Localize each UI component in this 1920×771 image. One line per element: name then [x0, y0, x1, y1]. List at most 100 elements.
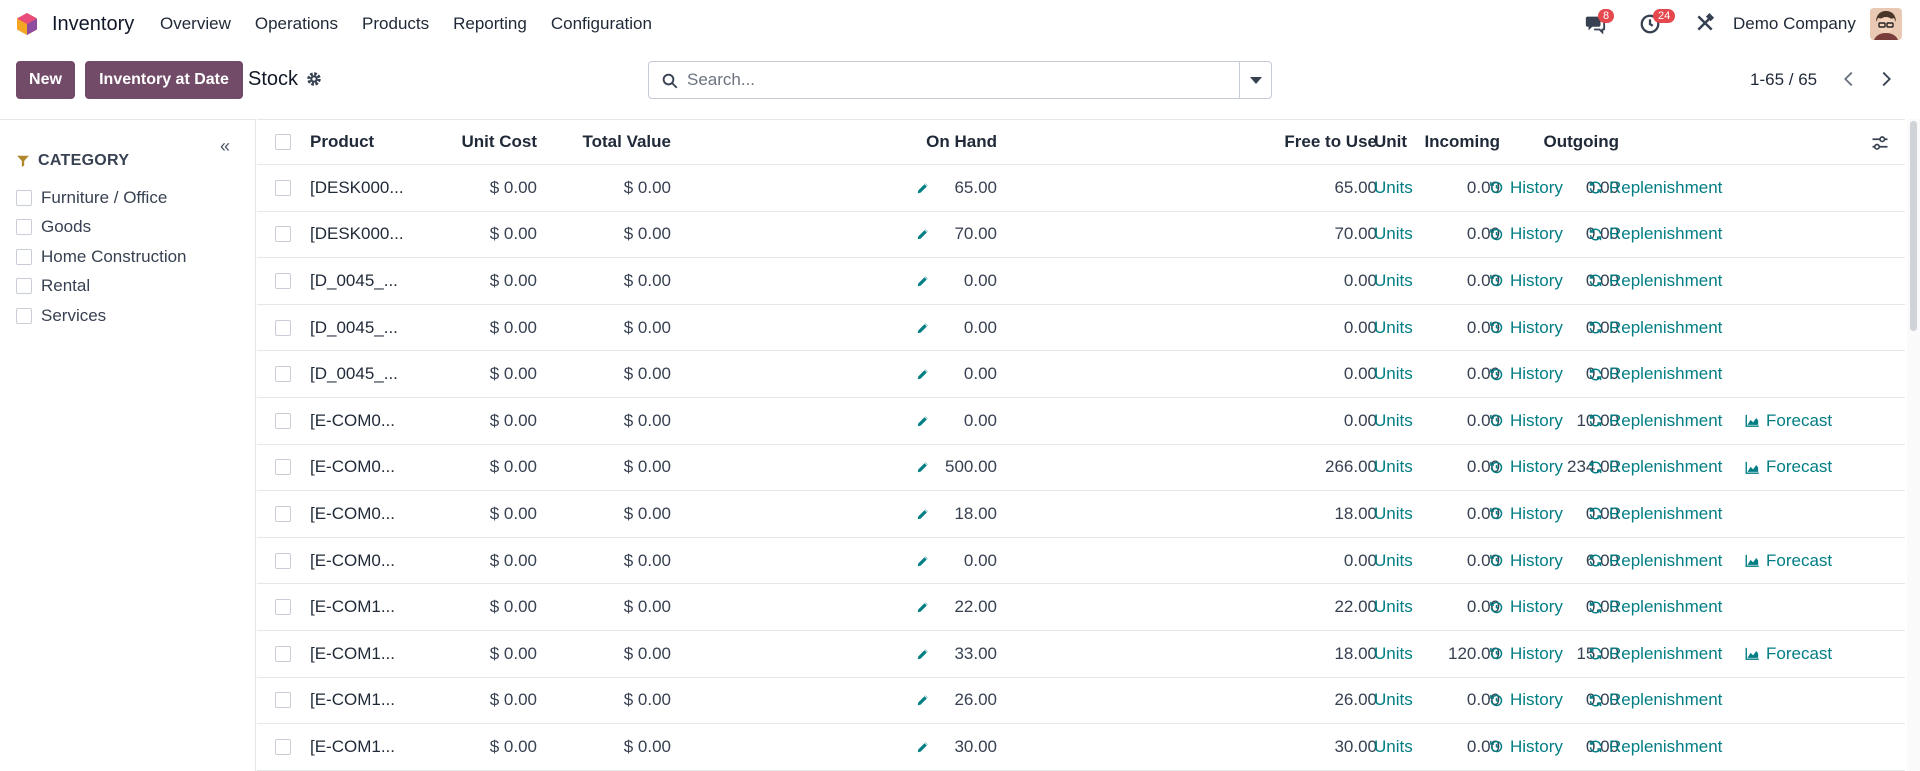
replenishment-button[interactable]: Replenishment	[1588, 724, 1722, 770]
gear-icon[interactable]	[305, 70, 323, 88]
history-button[interactable]: History	[1489, 584, 1563, 630]
pencil-icon[interactable]	[916, 460, 930, 474]
on-hand-cell[interactable]: 0.00	[737, 538, 997, 584]
category-item[interactable]: Furniture / Office	[16, 183, 187, 213]
replenishment-button[interactable]: Replenishment	[1588, 212, 1722, 258]
pencil-icon[interactable]	[916, 321, 930, 335]
product-cell[interactable]: [D_0045_...	[310, 351, 420, 397]
app-logo-icon[interactable]	[15, 12, 39, 36]
product-cell[interactable]: [D_0045_...	[310, 305, 420, 351]
history-button[interactable]: History	[1489, 212, 1563, 258]
replenishment-button[interactable]: Replenishment	[1588, 584, 1722, 630]
pencil-icon[interactable]	[916, 414, 930, 428]
pencil-icon[interactable]	[916, 647, 930, 661]
edit-on-hand-button[interactable]	[916, 398, 932, 444]
unit-cell[interactable]: Units	[1374, 398, 1434, 444]
product-cell[interactable]: [E-COM1...	[310, 631, 420, 677]
replenishment-button[interactable]: Replenishment	[1588, 538, 1722, 584]
pencil-icon[interactable]	[916, 227, 930, 241]
category-item[interactable]: Services	[16, 301, 187, 331]
menu-products[interactable]: Products	[362, 14, 429, 34]
edit-on-hand-button[interactable]	[916, 678, 932, 724]
pencil-icon[interactable]	[916, 274, 930, 288]
search-input[interactable]	[687, 68, 1227, 92]
replenishment-button[interactable]: Replenishment	[1588, 351, 1722, 397]
history-button[interactable]: History	[1489, 678, 1563, 724]
table-row[interactable]: [E-COM1... $ 0.00 $ 0.00 33.00 18.00 120.00 15…	[257, 631, 1905, 678]
edit-on-hand-button[interactable]	[916, 445, 932, 491]
row-checkbox[interactable]	[275, 645, 291, 662]
header-total-value[interactable]: Total Value	[547, 120, 672, 164]
menu-overview[interactable]: Overview	[160, 14, 231, 34]
unit-cell[interactable]: Units	[1374, 351, 1434, 397]
app-name[interactable]: Inventory	[52, 13, 134, 36]
product-cell[interactable]: [DESK000...	[310, 212, 420, 258]
user-avatar[interactable]	[1870, 8, 1902, 40]
row-checkbox[interactable]	[275, 412, 291, 429]
history-button[interactable]: History	[1489, 538, 1563, 584]
edit-on-hand-button[interactable]	[916, 631, 932, 677]
select-all-checkbox[interactable]	[275, 134, 291, 150]
row-checkbox[interactable]	[275, 738, 291, 755]
edit-on-hand-button[interactable]	[916, 165, 932, 211]
on-hand-cell[interactable]: 22.00	[737, 584, 997, 630]
history-button[interactable]: History	[1489, 491, 1563, 537]
row-checkbox[interactable]	[275, 692, 291, 709]
product-cell[interactable]: [DESK000...	[310, 165, 420, 211]
on-hand-cell[interactable]: 70.00	[737, 212, 997, 258]
table-row[interactable]: [E-COM0... $ 0.00 $ 0.00 0.00 0.00 0.00 10.00 U…	[257, 398, 1905, 445]
replenishment-button[interactable]: Replenishment	[1588, 258, 1722, 304]
unit-cell[interactable]: Units	[1374, 584, 1434, 630]
table-row[interactable]: [E-COM0... $ 0.00 $ 0.00 0.00 0.00 0.00 6.00 Un…	[257, 538, 1905, 585]
edit-on-hand-button[interactable]	[916, 724, 932, 770]
product-cell[interactable]: [E-COM0...	[310, 491, 420, 537]
product-cell[interactable]: [E-COM0...	[310, 445, 420, 491]
replenishment-button[interactable]: Replenishment	[1588, 398, 1722, 444]
category-item[interactable]: Goods	[16, 213, 187, 243]
unit-cell[interactable]: Units	[1374, 258, 1434, 304]
history-button[interactable]: History	[1489, 724, 1563, 770]
history-button[interactable]: History	[1489, 165, 1563, 211]
on-hand-cell[interactable]: 65.00	[737, 165, 997, 211]
category-checkbox[interactable]	[16, 307, 32, 324]
unit-cell[interactable]: Units	[1374, 491, 1434, 537]
edit-on-hand-button[interactable]	[916, 212, 932, 258]
unit-cell[interactable]: Units	[1374, 631, 1434, 677]
on-hand-cell[interactable]: 0.00	[737, 351, 997, 397]
row-checkbox[interactable]	[275, 552, 291, 569]
unit-cell[interactable]: Units	[1374, 724, 1434, 770]
on-hand-cell[interactable]: 30.00	[737, 724, 997, 770]
row-checkbox[interactable]	[275, 505, 291, 522]
row-checkbox[interactable]	[275, 366, 291, 383]
chevron-right-icon[interactable]	[1875, 68, 1897, 90]
replenishment-button[interactable]: Replenishment	[1588, 631, 1722, 677]
unit-cell[interactable]: Units	[1374, 678, 1434, 724]
pencil-icon[interactable]	[916, 600, 930, 614]
row-checkbox[interactable]	[275, 179, 291, 196]
pencil-icon[interactable]	[916, 693, 930, 707]
edit-on-hand-button[interactable]	[916, 584, 932, 630]
on-hand-cell[interactable]: 33.00	[737, 631, 997, 677]
header-on-hand[interactable]: On Hand	[737, 120, 997, 164]
sliders-icon[interactable]	[1871, 134, 1889, 152]
pencil-icon[interactable]	[916, 367, 930, 381]
forecast-button[interactable]: Forecast	[1745, 398, 1832, 444]
on-hand-cell[interactable]: 26.00	[737, 678, 997, 724]
scrollbar[interactable]	[1907, 119, 1920, 771]
history-button[interactable]: History	[1489, 305, 1563, 351]
replenishment-button[interactable]: Replenishment	[1588, 678, 1722, 724]
replenishment-button[interactable]: Replenishment	[1588, 491, 1722, 537]
on-hand-cell[interactable]: 0.00	[737, 398, 997, 444]
unit-cell[interactable]: Units	[1374, 305, 1434, 351]
table-row[interactable]: [E-COM1... $ 0.00 $ 0.00 22.00 22.00 0.00 0.00…	[257, 584, 1905, 631]
table-row[interactable]: [E-COM1... $ 0.00 $ 0.00 26.00 26.00 0.00 0.00…	[257, 678, 1905, 725]
product-cell[interactable]: [E-COM0...	[310, 538, 420, 584]
pencil-icon[interactable]	[916, 507, 930, 521]
product-cell[interactable]: [E-COM1...	[310, 724, 420, 770]
pencil-icon[interactable]	[916, 181, 930, 195]
edit-on-hand-button[interactable]	[916, 258, 932, 304]
table-row[interactable]: [E-COM0... $ 0.00 $ 0.00 500.00 266.00 0.00 23…	[257, 445, 1905, 492]
inventory-at-date-button[interactable]: Inventory at Date	[85, 61, 243, 99]
row-checkbox[interactable]	[275, 226, 291, 243]
category-checkbox[interactable]	[16, 248, 32, 265]
